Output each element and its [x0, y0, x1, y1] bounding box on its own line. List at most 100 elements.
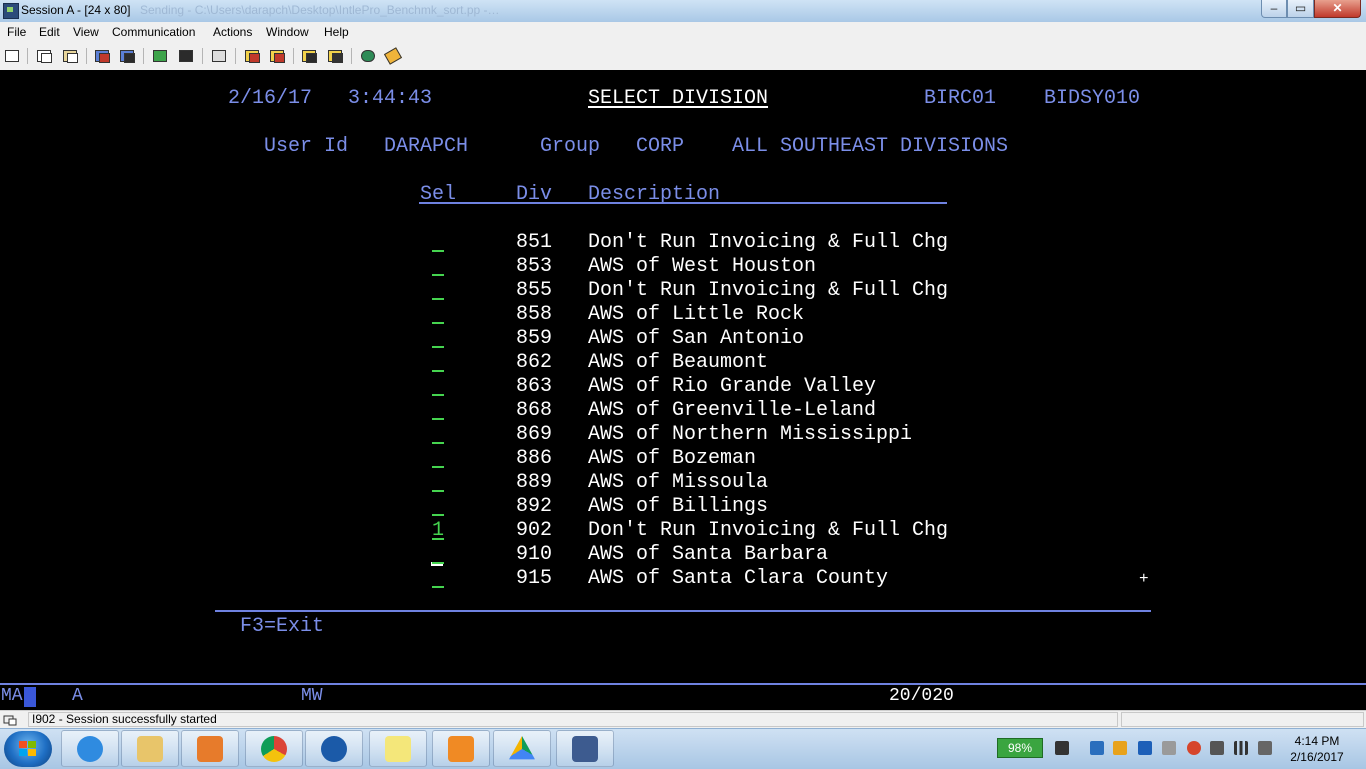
sel-input-field[interactable] — [432, 490, 444, 492]
sel-input-field[interactable] — [432, 370, 444, 372]
taskbar-file-explorer[interactable] — [121, 730, 179, 767]
sel-input-field[interactable] — [432, 394, 444, 396]
taskbar-media-player[interactable] — [181, 730, 239, 767]
toolbar-separator — [27, 48, 28, 64]
ma-indicator: MA — [0, 685, 36, 708]
user-id-value: DARAPCH — [384, 135, 469, 158]
bluetooth-icon[interactable] — [1138, 741, 1152, 755]
system-clock[interactable]: 4:14 PM 2/16/2017 — [1282, 733, 1352, 765]
maximize-button[interactable]: ▭ — [1287, 0, 1314, 18]
close-button[interactable]: ✕ — [1314, 0, 1361, 18]
division-code: 855 — [516, 279, 553, 302]
taskbar-sticky-notes[interactable] — [369, 730, 427, 767]
print-screen-icon[interactable] — [3, 47, 21, 65]
sel-input-field[interactable] — [432, 418, 444, 420]
chrome-icon — [261, 736, 287, 762]
send-file-icon[interactable] — [93, 47, 111, 65]
toolbar-separator — [202, 48, 203, 64]
display-keypad-icon[interactable] — [151, 47, 169, 65]
copy-icon[interactable] — [35, 47, 53, 65]
internet-explorer-icon — [77, 736, 103, 762]
battery-indicator[interactable]: 98% — [997, 738, 1043, 758]
taskbar-internet-explorer[interactable] — [61, 730, 119, 767]
menu-view[interactable]: View — [73, 25, 99, 39]
sel-input-field[interactable]: 1 — [432, 519, 444, 543]
function-key-f3[interactable]: F3=Exit — [240, 615, 324, 639]
menu-edit[interactable]: Edit — [39, 25, 60, 39]
play-macro-icon[interactable] — [243, 47, 261, 65]
sel-input-field[interactable] — [432, 322, 444, 324]
user-id-label: User Id — [264, 135, 349, 158]
usb-tray-icon[interactable] — [1210, 741, 1224, 755]
operator-info-area: MA A MW 20/020 — [0, 685, 1366, 708]
stop-macro-icon[interactable] — [268, 47, 286, 65]
sel-input-field[interactable] — [432, 274, 444, 276]
signal-icon[interactable] — [1234, 741, 1248, 755]
media-player-icon — [197, 736, 223, 762]
taskbar-pcomm-session[interactable] — [556, 730, 614, 767]
sel-input-field[interactable] — [432, 298, 444, 300]
taskbar-google-drive[interactable] — [493, 730, 551, 767]
screen-time: 3:44:43 — [348, 87, 433, 110]
taskbar-chrome[interactable] — [245, 730, 303, 767]
window-title-bar: Session A - [24 x 80] Sending - C:\Users… — [0, 0, 1366, 23]
menu-communication[interactable]: Communication — [112, 25, 195, 39]
sel-input-field[interactable] — [432, 466, 444, 468]
taskbar-outlook[interactable] — [432, 730, 490, 767]
receive-file-icon[interactable] — [118, 47, 136, 65]
menu-help[interactable]: Help — [324, 25, 349, 39]
file-explorer-icon — [137, 736, 163, 762]
division-description: AWS of Bozeman — [588, 447, 757, 470]
division-description: AWS of Little Rock — [588, 303, 805, 326]
network-app-icon[interactable] — [1090, 741, 1104, 755]
sel-input-field[interactable] — [432, 562, 444, 564]
power-icon[interactable] — [1055, 741, 1069, 755]
sel-input-field[interactable] — [432, 586, 444, 588]
start-button[interactable] — [4, 731, 52, 767]
toolbar — [0, 42, 1366, 71]
toolbar-separator — [293, 48, 294, 64]
device-tray-icon[interactable] — [1162, 741, 1176, 755]
terminal-screen[interactable]: 2/16/17 3:44:43 SELECT DIVISION BIRC01 B… — [0, 70, 1366, 708]
mode-indicator: MA — [1, 686, 23, 706]
web-help-icon[interactable] — [359, 47, 377, 65]
security-tray-icon[interactable] — [1187, 741, 1201, 755]
customize-icon[interactable] — [326, 47, 344, 65]
division-code: 858 — [516, 303, 553, 326]
office-tray-icon[interactable] — [1113, 741, 1127, 755]
group-value: CORP — [636, 135, 685, 158]
status-secondary-field — [1121, 712, 1364, 727]
volume-muted-icon[interactable] — [1258, 741, 1272, 755]
menu-file[interactable]: File — [7, 25, 26, 39]
division-description: AWS of Santa Barbara — [588, 543, 829, 566]
division-code: 853 — [516, 255, 553, 278]
sel-input-field[interactable] — [432, 346, 444, 348]
support-icon[interactable] — [383, 47, 403, 65]
sel-input-field[interactable] — [432, 250, 444, 252]
menu-bar: File Edit View Communication Actions Win… — [0, 22, 1366, 42]
oia-a-indicator: A — [72, 686, 83, 706]
division-code: 886 — [516, 447, 553, 470]
macro-manager-icon[interactable] — [300, 47, 318, 65]
window-title: Session A - [24 x 80] — [21, 3, 131, 17]
menu-window[interactable]: Window — [266, 25, 309, 39]
status-message: I902 - Session successfully started — [28, 712, 1118, 727]
division-description: Don't Run Invoicing & Full Chg — [588, 519, 949, 542]
minimize-button[interactable]: – — [1261, 0, 1287, 18]
taskbar-remote-desktop[interactable] — [305, 730, 363, 767]
division-code: 868 — [516, 399, 553, 422]
division-code: 892 — [516, 495, 553, 518]
session-app-icon[interactable] — [3, 3, 19, 19]
sel-input-field[interactable] — [432, 514, 444, 516]
sel-input-field[interactable] — [432, 442, 444, 444]
battery-percent: 98% — [1007, 741, 1033, 755]
toolbar-separator — [235, 48, 236, 64]
menu-actions[interactable]: Actions — [213, 25, 252, 39]
sticky-notes-icon — [385, 736, 411, 762]
paste-icon[interactable] — [61, 47, 79, 65]
program-id: BIDSY010 — [1044, 87, 1141, 110]
keyboard-map-icon[interactable] — [177, 47, 195, 65]
record-macro-icon[interactable] — [210, 47, 228, 65]
more-indicator: + — [1139, 570, 1149, 588]
screen-title: SELECT DIVISION — [588, 87, 769, 110]
